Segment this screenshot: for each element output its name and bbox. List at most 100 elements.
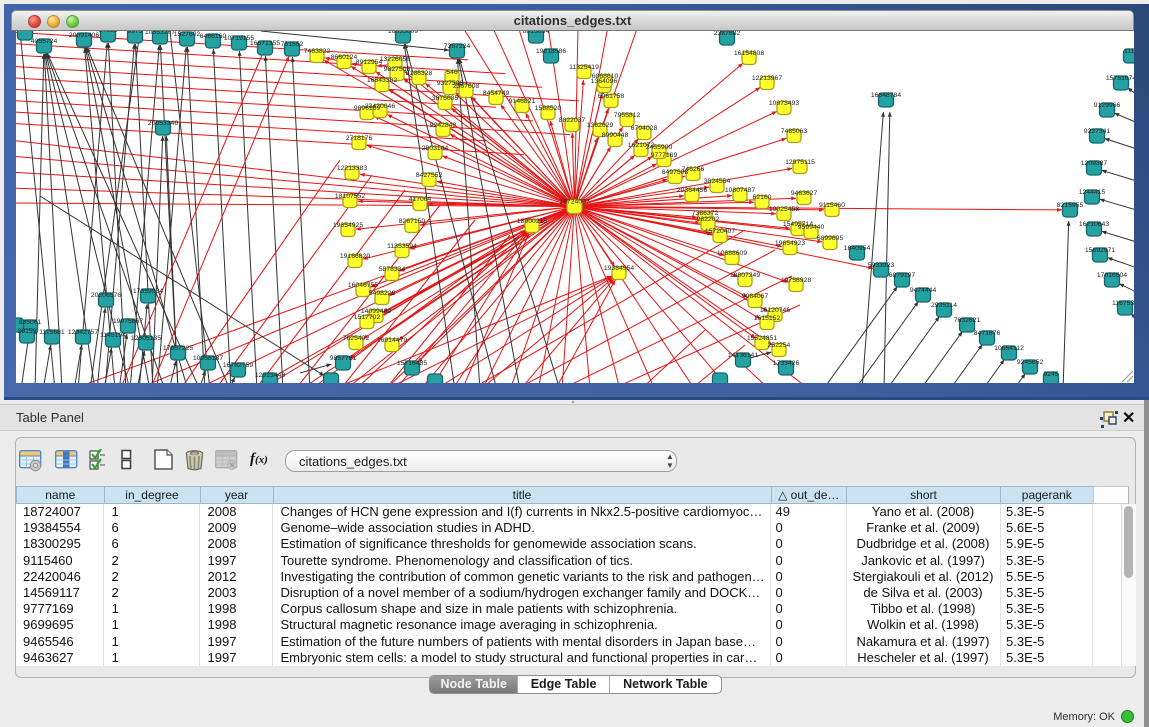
svg-text:20053346: 20053346 (148, 120, 178, 127)
svg-text:1362629: 1362629 (587, 122, 614, 129)
svg-text:12505135: 12505135 (131, 335, 161, 342)
svg-text:546: 546 (446, 69, 458, 76)
svg-text:62160: 62160 (753, 194, 772, 201)
svg-text:8822037: 8822037 (559, 117, 586, 124)
svg-text:11353594: 11353594 (387, 243, 417, 250)
svg-text:6879197: 6879197 (889, 272, 916, 279)
svg-text:835061: 835061 (19, 319, 42, 326)
svg-text:7955812: 7955812 (614, 112, 641, 119)
svg-text:417004: 417004 (409, 196, 432, 203)
svg-text:5498222: 5498222 (369, 290, 396, 297)
svg-text:11325419: 11325419 (569, 64, 599, 71)
svg-text:7357224: 7357224 (444, 43, 471, 50)
svg-text:5933923: 5933923 (868, 262, 895, 269)
svg-text:4055724: 4055724 (31, 38, 58, 45)
svg-text:15524851: 15524851 (747, 335, 777, 342)
svg-text:751552: 751552 (281, 41, 304, 48)
svg-text:7625402: 7625402 (343, 335, 370, 342)
svg-text:12213967: 12213967 (752, 75, 782, 82)
svg-text:19756928: 19756928 (781, 277, 811, 284)
svg-text:1527602: 1527602 (174, 31, 201, 38)
svg-text:6794028: 6794028 (631, 125, 658, 132)
svg-text:9777169: 9777169 (651, 152, 678, 159)
svg-text:1115681: 1115681 (39, 329, 65, 336)
svg-text:16782759: 16782759 (223, 362, 253, 369)
svg-text:6961758: 6961758 (598, 93, 625, 100)
svg-text:17359934: 17359934 (133, 288, 163, 295)
svg-text:16120746: 16120746 (760, 307, 790, 314)
svg-text:8912954: 8912954 (356, 59, 383, 66)
svg-text:9115460: 9115460 (819, 202, 845, 209)
svg-text:8990448: 8990448 (602, 132, 629, 139)
svg-text:2935114: 2935114 (931, 302, 957, 309)
svg-text:10688609: 10688609 (717, 250, 747, 257)
svg-text:9474444: 9474444 (910, 287, 937, 294)
svg-text:6497508: 6497508 (662, 169, 689, 176)
svg-text:18900215: 18900215 (517, 218, 547, 225)
svg-text:6899695: 6899695 (817, 235, 844, 242)
svg-text:17957225: 17957225 (163, 345, 193, 352)
svg-text:8267150: 8267150 (399, 218, 426, 225)
svg-text:16154808: 16154808 (734, 50, 764, 57)
svg-text:9463627: 9463627 (791, 190, 818, 197)
svg-text:12213383: 12213383 (337, 165, 367, 172)
svg-text:19166829: 19166829 (340, 253, 370, 260)
svg-text:1167533: 1167533 (1112, 300, 1134, 307)
svg-text:10025458: 10025458 (769, 206, 799, 213)
svg-text:1640954: 1640954 (844, 245, 871, 252)
svg-text:2718176: 2718176 (346, 135, 373, 142)
svg-text:252254: 252254 (768, 342, 791, 349)
svg-text:8427552: 8427552 (416, 172, 443, 179)
svg-text:19654925: 19654925 (333, 222, 363, 229)
svg-text:17016504: 17016504 (1097, 272, 1127, 279)
svg-text:9242848: 9242848 (430, 122, 457, 129)
svg-text:15720407: 15720407 (705, 228, 735, 235)
svg-text:8215955: 8215955 (1057, 202, 1084, 209)
svg-text:18107552: 18107552 (335, 193, 365, 200)
svg-text:9146821: 9146821 (509, 98, 536, 105)
svg-text:1209387: 1209387 (1081, 160, 1108, 167)
svg-text:16033809: 16033809 (388, 31, 418, 35)
svg-text:23420046: 23420046 (365, 103, 395, 110)
svg-text:9973: 9973 (127, 31, 142, 35)
svg-text:19218586: 19218586 (536, 48, 566, 55)
svg-text:3875685: 3875685 (432, 95, 459, 102)
svg-text:1112: 1112 (1124, 48, 1134, 55)
svg-text:6868610: 6868610 (592, 73, 619, 80)
svg-text:39159: 39159 (18, 328, 37, 335)
svg-text:20364456: 20364456 (677, 187, 707, 194)
svg-text:1517702: 1517702 (354, 314, 381, 321)
svg-text:2387682: 2387682 (714, 31, 741, 37)
svg-text:8660124: 8660124 (331, 54, 358, 61)
svg-text:9857791: 9857791 (330, 355, 357, 362)
svg-text:13226058: 13226058 (380, 56, 410, 63)
svg-text:10653267: 10653267 (145, 31, 175, 36)
svg-text:1615152: 1615152 (754, 315, 781, 322)
svg-text:3824554: 3824554 (704, 178, 731, 185)
svg-text:8471676: 8471676 (974, 330, 1001, 337)
svg-text:18724007: 18724007 (559, 199, 589, 206)
svg-text:10958187: 10958187 (193, 355, 223, 362)
svg-text:19975867: 19975867 (113, 318, 143, 325)
svg-text:15716485: 15716485 (397, 360, 427, 367)
svg-text:1733426: 1733426 (773, 360, 800, 367)
svg-text:8454749: 8454749 (483, 90, 510, 97)
svg-text:12975115: 12975115 (785, 159, 815, 166)
svg-text:18807249: 18807249 (730, 272, 760, 279)
svg-text:7463822: 7463822 (304, 48, 331, 55)
svg-text:16648784: 16648784 (871, 92, 901, 99)
svg-text:8813054: 8813054 (523, 31, 550, 35)
svg-text:12942757: 12942757 (68, 329, 98, 336)
svg-text:15692971: 15692971 (1085, 247, 1115, 254)
svg-text:10807487: 10807487 (725, 187, 755, 194)
svg-text:16046755: 16046755 (348, 282, 378, 289)
svg-text:9129966: 9129966 (1094, 102, 1121, 109)
svg-text:14055: 14055 (99, 31, 118, 34)
svg-text:16210643: 16210643 (1079, 221, 1109, 228)
svg-text:15751074: 15751074 (1106, 75, 1134, 82)
svg-text:2367608: 2367608 (453, 83, 480, 90)
svg-text:10654112: 10654112 (994, 345, 1024, 352)
svg-text:962202: 962202 (697, 216, 720, 223)
svg-text:7485063: 7485063 (781, 128, 808, 135)
svg-text:8186328: 8186328 (406, 70, 433, 77)
